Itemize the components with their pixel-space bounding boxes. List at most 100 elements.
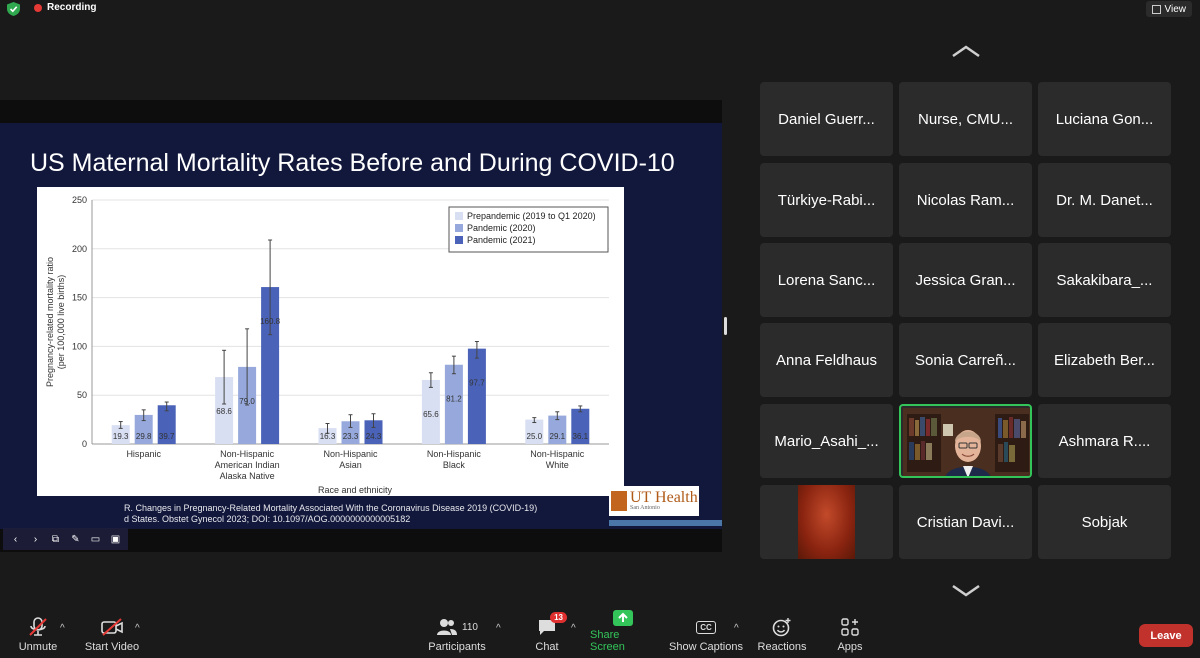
apps-icon [841,616,859,638]
view-label: View [1164,3,1187,15]
ut-health-logo: UT Health San Antonio [609,486,699,516]
recording-dot-icon [34,3,42,12]
participant-tile[interactable]: Lorena Sanc... [760,243,893,317]
x-tick-label: Non-Hispanic [530,449,585,459]
data-label: 25.0 [527,432,543,441]
share-screen-button[interactable]: Share Screen [590,610,656,658]
data-label: 24.3 [366,432,382,441]
audio-options-caret-icon[interactable]: ^ [60,623,65,634]
data-label: 97.7 [469,379,485,388]
video-options-caret-icon[interactable]: ^ [135,623,140,634]
participant-tile[interactable]: Daniel Guerr... [760,82,893,156]
participant-name: Nicolas Ram... [916,191,1015,209]
participant-tile[interactable]: Ashmara R.... [1038,404,1171,478]
participant-name: Elizabeth Ber... [1054,351,1155,369]
shared-screen: US Maternal Mortality Rates Before and D… [0,100,722,552]
participant-name: Türkiye-Rabi... [777,191,876,209]
participant-tile[interactable]: Anna Feldhaus [760,323,893,397]
pen-icon[interactable]: ✎ [67,531,84,548]
apps-label: Apps [837,641,863,653]
leave-button[interactable]: Leave [1139,624,1193,647]
meeting-toolbar: Unmute ^ Start Video ^ 110 Participants … [0,610,1200,658]
annotate-icon[interactable]: ▭ [87,531,104,548]
gallery-page-up-icon[interactable] [951,44,981,58]
reactions-button[interactable]: Reactions [756,613,808,658]
participant-tile[interactable]: Cristian Davi... [899,485,1032,559]
show-captions-label: Show Captions [669,641,743,653]
y-tick-label: 0 [82,439,87,449]
legend-swatch [455,224,463,232]
chart-panel: 0 50 100 150 200 250 Pregnancy-related mortali… [37,187,624,496]
chat-caret-icon[interactable]: ^ [571,623,576,634]
participant-tile[interactable] [760,485,893,559]
legend-swatch [455,212,463,220]
logo-text: UT Health [630,489,698,506]
start-video-button[interactable]: Start Video [82,613,142,658]
participants-caret-icon[interactable]: ^ [496,623,501,634]
chat-button[interactable]: 13 Chat [530,612,567,658]
participant-video [903,408,1030,476]
y-tick-label: 50 [77,390,87,400]
participant-tile[interactable]: Nurse, CMU... [899,82,1032,156]
unmute-button[interactable]: Unmute [14,613,62,658]
y-tick-label: 150 [72,293,87,303]
footnote-line-2: d States. Obstet Gynecol 2023; DOI: 10.1… [124,514,411,524]
recording-label: Recording [47,2,97,13]
participant-tile[interactable]: Sobjak [1038,485,1171,559]
presentation-slide: US Maternal Mortality Rates Before and D… [0,123,722,550]
apps-button[interactable]: Apps [834,613,866,658]
participant-name: Luciana Gon... [1055,110,1154,128]
view-button[interactable]: View [1145,1,1192,17]
present-icon[interactable]: ▣ [107,531,124,548]
gallery-page-down-icon[interactable] [951,584,981,598]
participant-tile[interactable]: Dr. M. Danet... [1038,163,1171,237]
recording-indicator[interactable]: Recording [34,2,96,13]
x-tick-label: Non-Hispanic [323,449,378,459]
participant-tile[interactable]: Sakakibara_... [1038,243,1171,317]
data-label: 19.3 [113,432,129,441]
x-tick-label: Non-Hispanic [427,449,482,459]
participants-label: Participants [428,641,486,653]
x-tick-label: American Indian [215,460,280,470]
meeting-top-bar: Recording View [0,0,1200,18]
legend-label: Pandemic (2021) [467,235,536,245]
share-screen-label: Share Screen [590,629,625,653]
participant-name: Sobjak [1081,513,1128,531]
participant-tile[interactable]: Elizabeth Ber... [1038,323,1171,397]
previous-slide-icon[interactable]: ‹ [7,531,24,548]
legend-label: Prepandemic (2019 to Q1 2020) [467,211,596,221]
start-video-label: Start Video [84,641,140,653]
participant-count: 110 [462,621,478,633]
legend-label: Pandemic (2020) [467,223,536,233]
participant-tile[interactable]: Luciana Gon... [1038,82,1171,156]
participant-name: Lorena Sanc... [777,271,876,289]
participant-tile[interactable]: Nicolas Ram... [899,163,1032,237]
show-captions-button[interactable]: CC Show Captions [668,613,744,658]
resize-handle[interactable] [724,317,727,335]
participant-name: Mario_Asahi_... [774,432,879,450]
captions-caret-icon[interactable]: ^ [734,623,739,634]
participants-button[interactable]: 110 Participants [426,613,488,658]
participant-tile[interactable]: Türkiye-Rabi... [760,163,893,237]
logo-accent-bar [609,520,722,526]
copy-icon[interactable]: ⧉ [47,531,64,548]
participant-tile[interactable]: Jessica Gran... [899,243,1032,317]
next-slide-icon[interactable]: › [27,531,44,548]
microphone-muted-icon [27,616,49,638]
x-axis-label: Race and ethnicity [318,485,393,495]
video-off-icon [100,616,124,638]
chart-bar [444,364,463,444]
participant-name: Jessica Gran... [915,271,1016,289]
participant-name: Cristian Davi... [916,513,1015,531]
participant-name: Daniel Guerr... [778,110,875,128]
participant-tile[interactable]: Sonia Carreñ... [899,323,1032,397]
security-shield-icon[interactable] [7,2,20,16]
participant-tile[interactable]: Mario_Asahi_... [760,404,893,478]
y-tick-label: 200 [72,244,87,254]
data-label: 81.2 [446,395,462,404]
reactions-label: Reactions [757,641,807,653]
data-label: 79.0 [239,397,255,406]
participant-tile[interactable] [899,404,1032,478]
data-label: 65.6 [423,410,439,419]
chat-label: Chat [535,641,559,653]
